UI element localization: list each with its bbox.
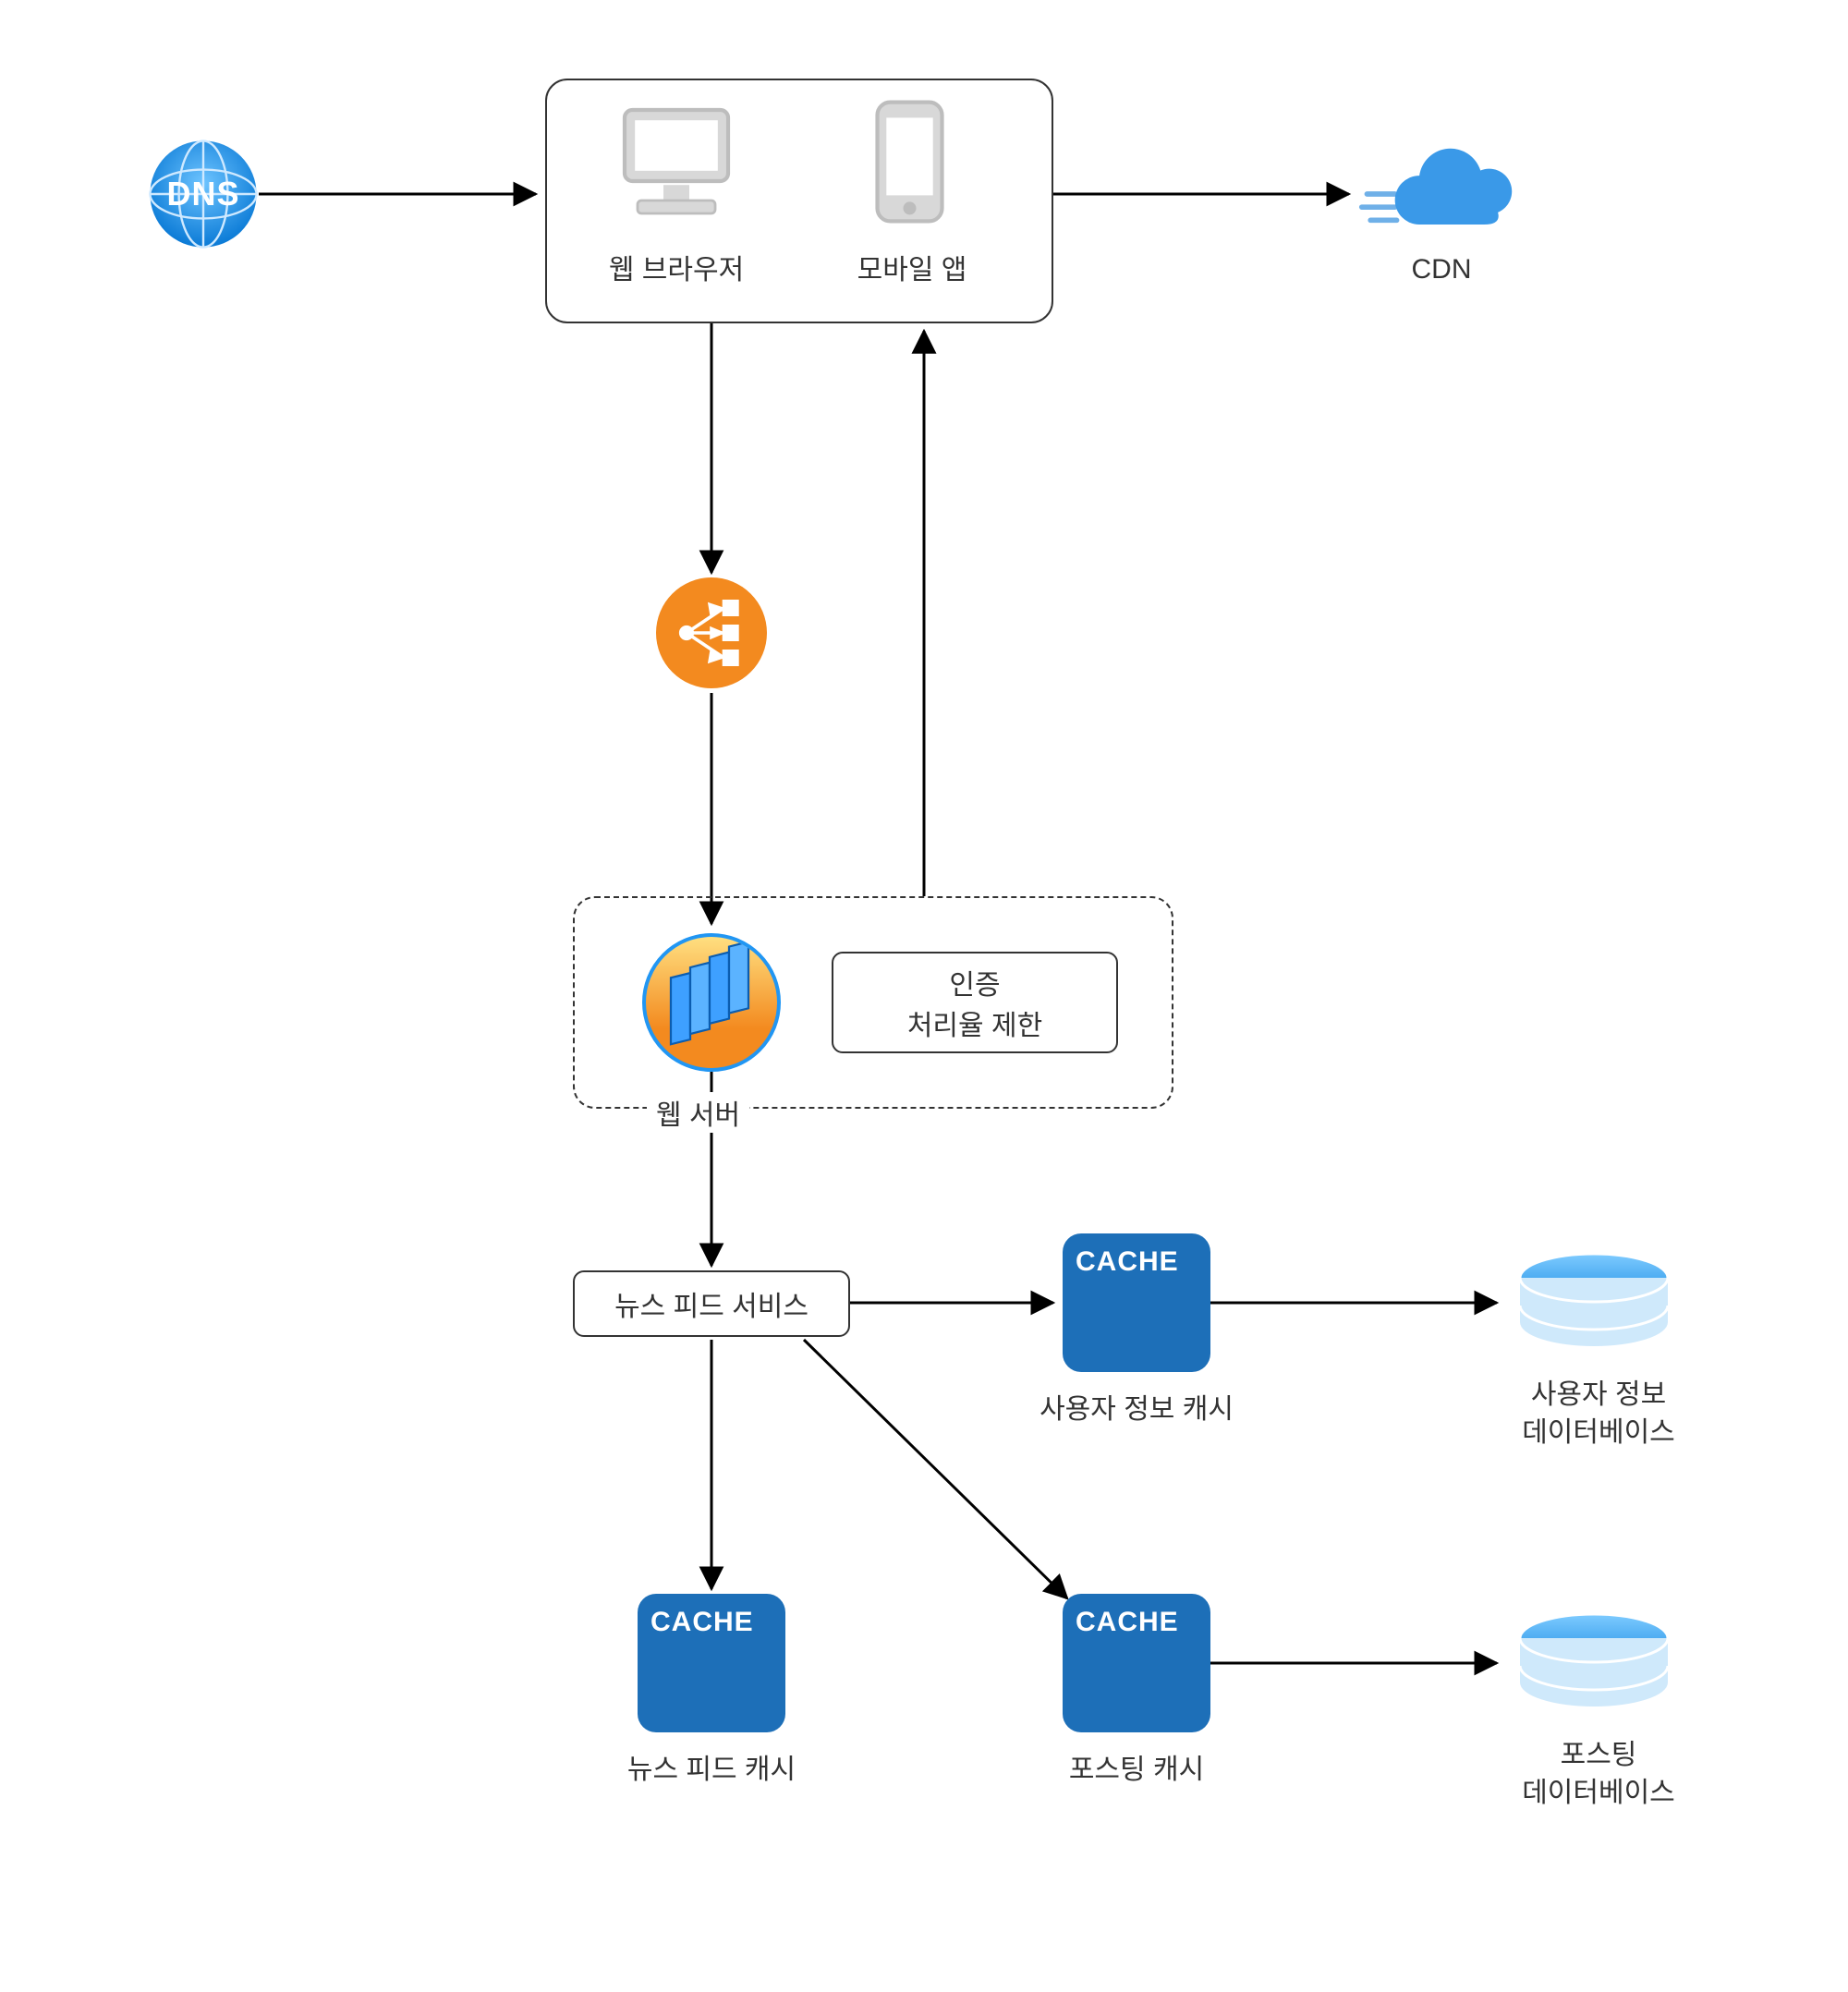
mobile-app-label: 모바일 앱 — [824, 247, 1000, 287]
rate-limit-label: 처리율 제한 — [907, 1002, 1042, 1043]
newsfeed-service-node: 뉴스 피드 서비스 — [573, 1270, 850, 1337]
newsfeed-service-label: 뉴스 피드 서비스 — [614, 1283, 808, 1324]
user-info-db-node — [1515, 1252, 1672, 1354]
clients-box: 웹 브라우저 모바일 앱 — [545, 79, 1053, 323]
database-icon — [1515, 1252, 1672, 1354]
dns-node: DNS — [148, 139, 259, 249]
auth-label: 인증 — [949, 962, 1000, 1002]
cache-badge: CACHE — [1076, 1246, 1179, 1278]
cdn-node — [1358, 139, 1515, 249]
cdn-label: CDN — [1321, 254, 1562, 285]
user-info-cache-label: 사용자 정보 캐시 — [1016, 1386, 1257, 1427]
posting-cache-label: 포스팅 캐시 — [1016, 1746, 1257, 1787]
posting-db-node — [1515, 1612, 1672, 1714]
newsfeed-cache-node: CACHE — [638, 1594, 785, 1732]
user-info-db-label: 사용자 정보 데이터베이스 — [1478, 1377, 1719, 1451]
architecture-diagram: DNS 웹 브라우저 모바일 앱 CDN — [0, 0, 1848, 1992]
load-balancer-icon — [670, 591, 753, 674]
cache-badge: CACHE — [650, 1607, 754, 1638]
web-server-title: 웹 서버 — [647, 1092, 749, 1133]
web-browser-label: 웹 브라우저 — [584, 247, 769, 287]
dns-label: DNS — [148, 139, 259, 249]
cache-badge: CACHE — [1076, 1607, 1179, 1638]
web-server-node — [642, 933, 781, 1072]
desktop-icon — [612, 97, 741, 226]
user-info-cache-node: CACHE — [1063, 1233, 1210, 1372]
load-balancer-node — [656, 577, 767, 688]
cloud-icon — [1358, 139, 1515, 249]
web-server-functions: 인증 처리율 제한 — [832, 952, 1118, 1053]
database-icon — [1515, 1612, 1672, 1714]
mobile-icon — [870, 97, 949, 226]
posting-cache-node: CACHE — [1063, 1594, 1210, 1732]
posting-db-label: 포스팅 데이터베이스 — [1478, 1737, 1719, 1812]
newsfeed-cache-label: 뉴스 피드 캐시 — [591, 1746, 832, 1787]
